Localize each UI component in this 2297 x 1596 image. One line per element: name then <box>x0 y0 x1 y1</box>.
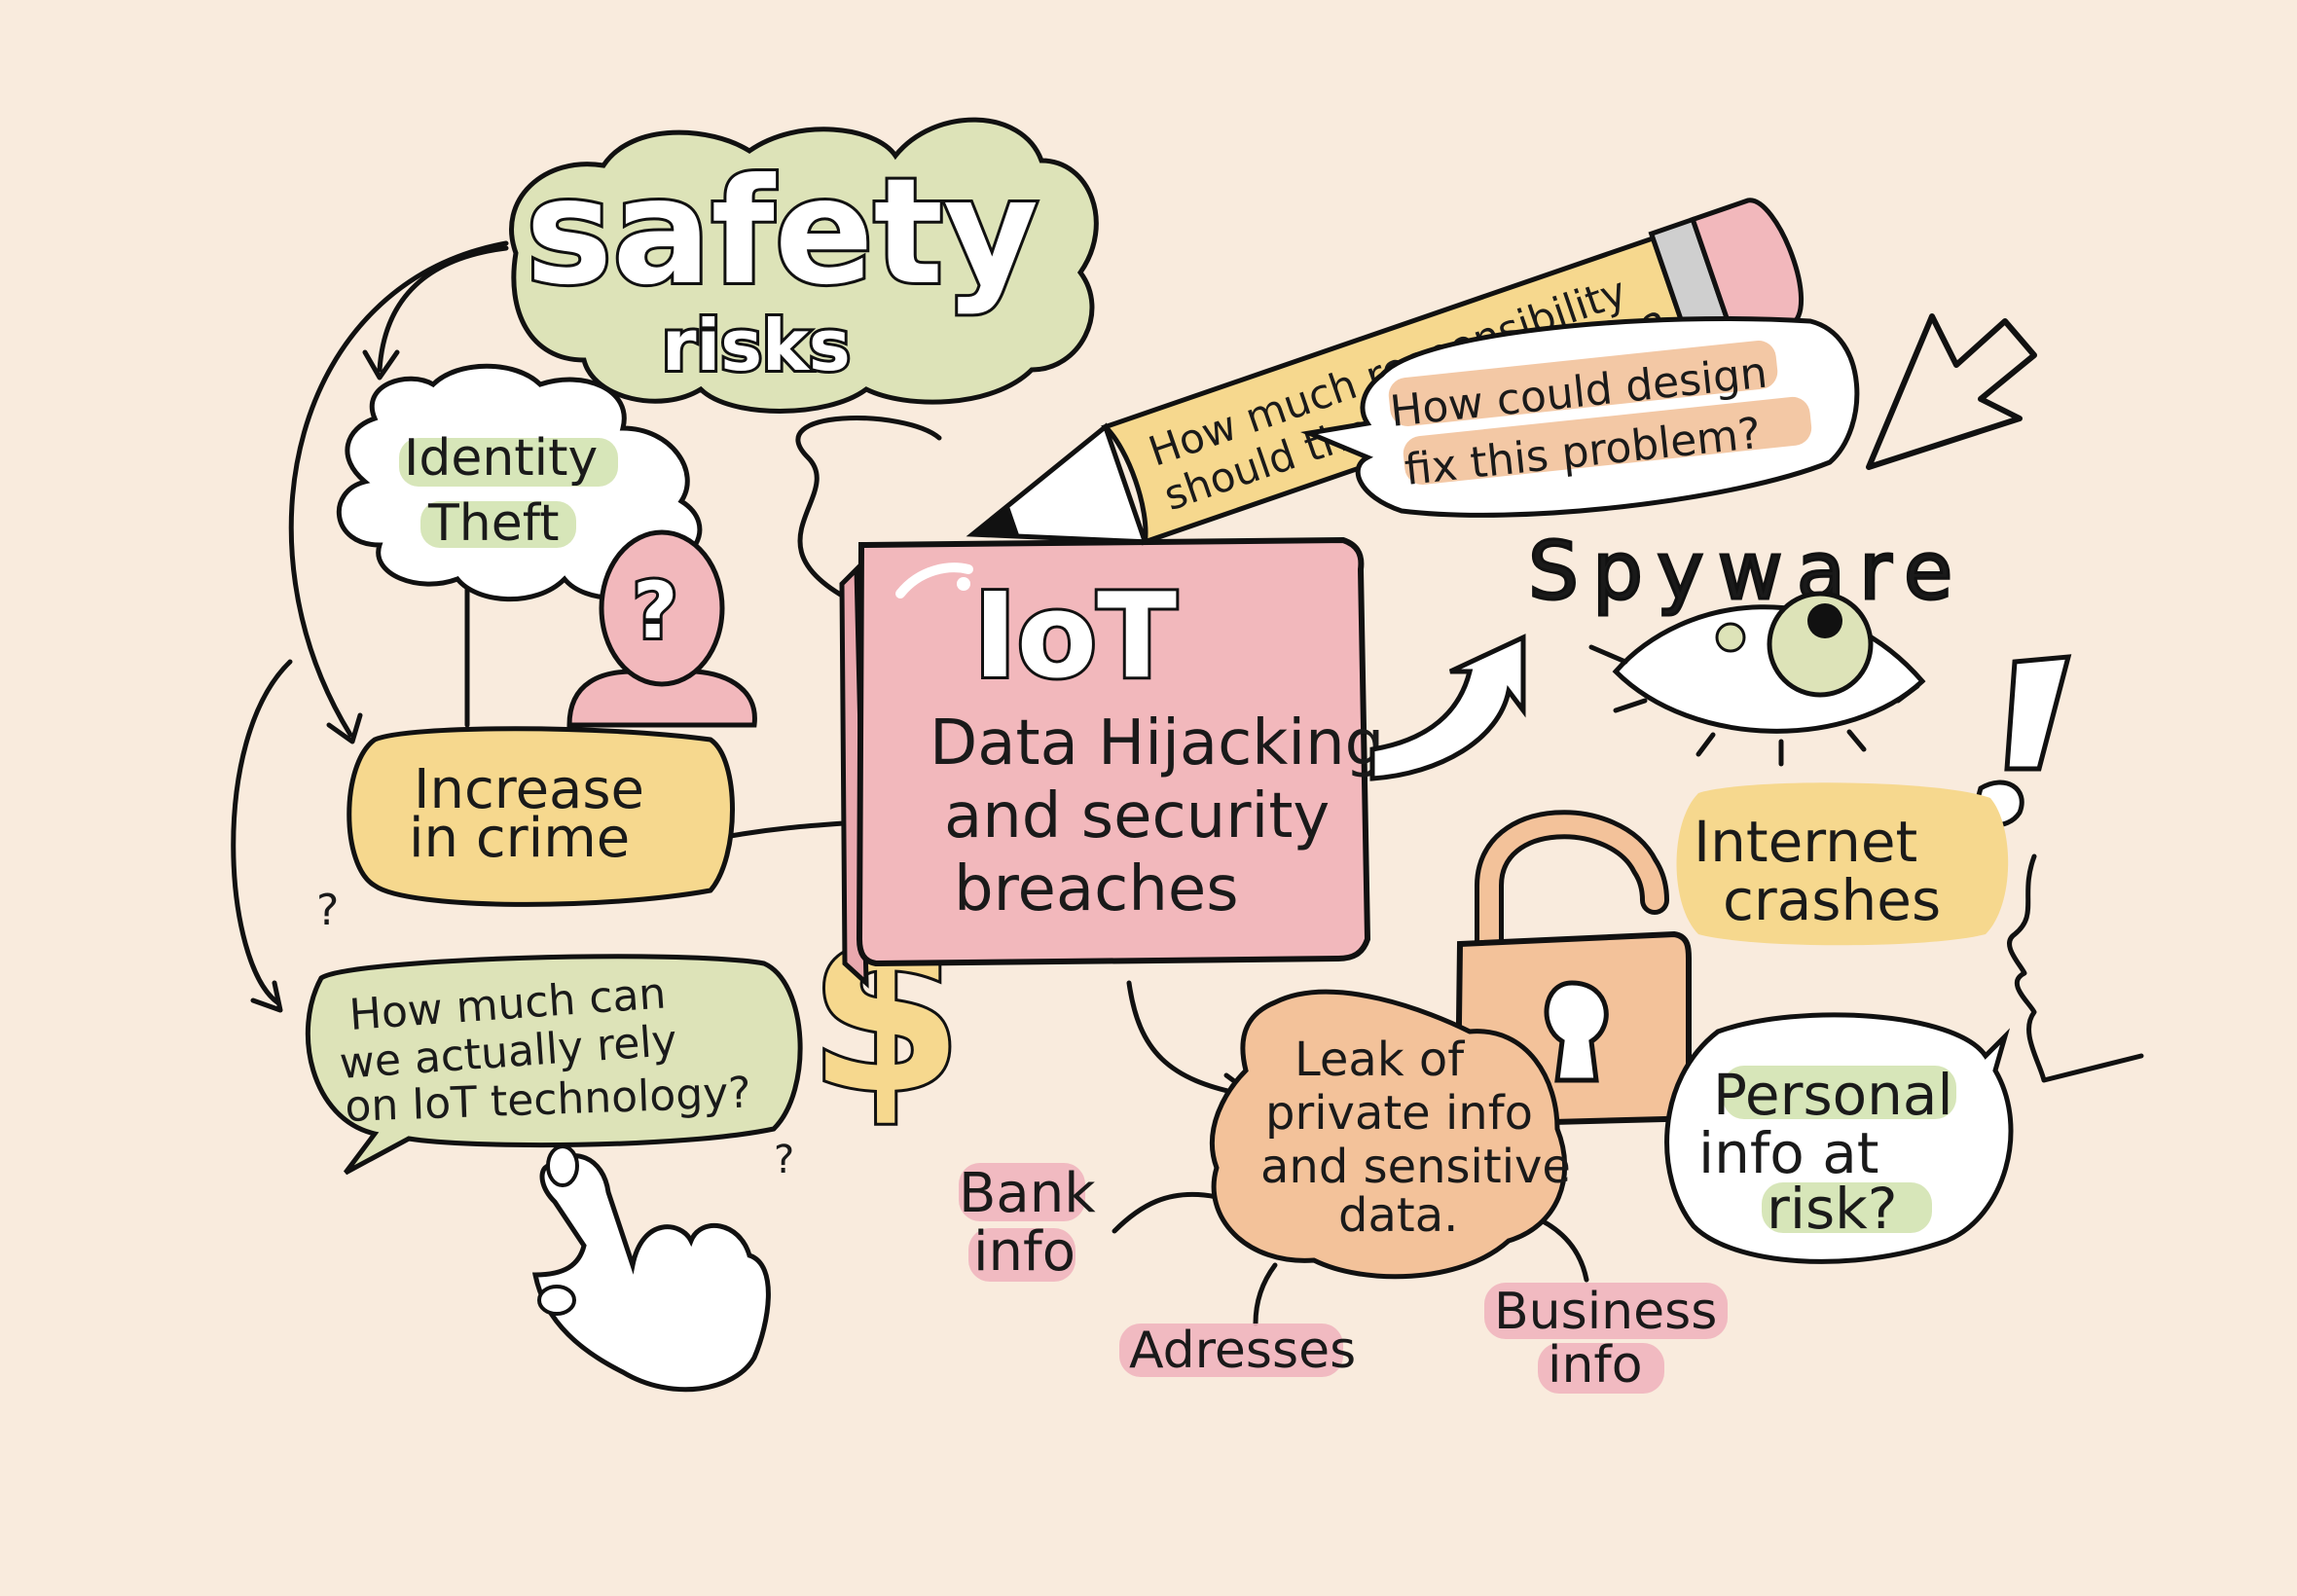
eye-icon <box>1588 591 1926 767</box>
crime-line2: in crime <box>409 807 630 870</box>
leak-line3: and sensitive <box>1260 1140 1571 1194</box>
rely-question-node: How much can we actually rely on IoT tec… <box>305 954 803 1176</box>
leak-line4: data. <box>1338 1188 1458 1243</box>
internet-line2: crashes <box>1723 867 1941 933</box>
floating-question-mark-bottom: ? <box>774 1138 794 1182</box>
arrow-icon <box>1369 634 1526 781</box>
floating-question-mark-left: ? <box>316 886 339 935</box>
iot-line3: breaches <box>954 853 1239 925</box>
bank-line1: Bank <box>959 1162 1096 1225</box>
identity-line1: Identity <box>404 429 598 488</box>
addresses-node: Adresses <box>1119 1322 1356 1380</box>
spyware-node: Spyware <box>1527 525 1966 620</box>
addresses-label: Adresses <box>1129 1322 1356 1380</box>
iot-center-node: IoT Data Hijacking and security breaches <box>839 536 1384 989</box>
leak-line2: private info <box>1265 1086 1533 1141</box>
face-profile-icon <box>2007 853 2144 1083</box>
bank-info-node: Bank info <box>959 1162 1096 1284</box>
business-info-node: Business info <box>1484 1283 1728 1395</box>
spyware-label: Spyware <box>1528 526 1966 618</box>
leak-line1: Leak of <box>1294 1033 1465 1087</box>
business-line1: Business <box>1494 1283 1717 1341</box>
safety-title: safety <box>526 148 1039 317</box>
person-question-mark: ? <box>633 565 677 656</box>
safety-risks-node: safety risks <box>509 117 1099 414</box>
increase-crime-node: Increase in crime <box>346 726 735 907</box>
pointer-arrow-icon <box>1866 313 2037 470</box>
personal-line1: Personal <box>1713 1062 1953 1128</box>
internet-line1: Internet <box>1694 809 1917 875</box>
personal-info-node: Personal info at risk? <box>1664 1012 2014 1264</box>
pointing-hand-icon <box>531 1144 771 1393</box>
personal-line3: risk? <box>1767 1176 1898 1242</box>
identity-line2: Theft <box>427 494 560 553</box>
iot-title: IoT <box>973 569 1177 705</box>
business-line2: info <box>1548 1336 1643 1395</box>
risks-subtitle: risks <box>662 305 851 386</box>
internet-crashes-node: Internet crashes <box>1676 782 2009 946</box>
iot-line2: and security <box>944 780 1330 852</box>
iot-line1: Data Hijacking <box>930 707 1384 780</box>
mind-map-canvas: safety risks Identity Theft ? Increase i… <box>231 117 2144 1395</box>
bank-line2: info <box>973 1220 1076 1284</box>
